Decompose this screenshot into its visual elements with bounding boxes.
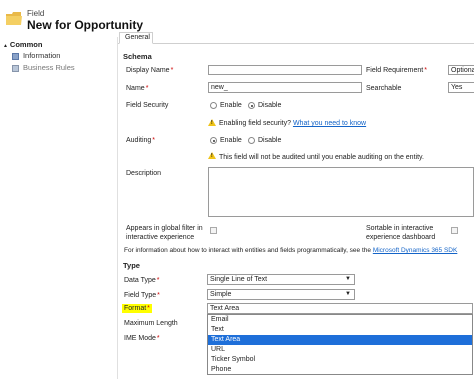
collapse-triangle-icon: ▲ bbox=[3, 43, 8, 49]
format-select[interactable]: Text Area bbox=[207, 303, 473, 314]
sidebar-item-business-rules[interactable]: Business Rules bbox=[12, 63, 112, 73]
sdk-link[interactable]: Microsoft Dynamics 365 SDK bbox=[373, 247, 458, 254]
data-type-label: Data Type* bbox=[124, 277, 160, 284]
format-option-phone[interactable]: Phone bbox=[208, 365, 472, 375]
ime-mode-label: IME Mode* bbox=[124, 335, 160, 342]
format-option-ticker-symbol[interactable]: Ticker Symbol bbox=[208, 355, 472, 365]
sidebar-section-label: Common bbox=[9, 40, 43, 49]
field-security-label: Field Security bbox=[126, 102, 169, 109]
display-name-input[interactable] bbox=[208, 65, 362, 75]
sidebar-item-label: Business Rules bbox=[22, 63, 75, 72]
entity-type-label: Field bbox=[27, 9, 45, 18]
format-option-url[interactable]: URL bbox=[208, 345, 472, 355]
format-label: Format* bbox=[122, 304, 152, 313]
what-you-need-to-know-link[interactable]: What you need to know bbox=[293, 120, 366, 127]
global-filter-label: Appears in global filter in interactive … bbox=[126, 225, 203, 241]
warning-icon: ! bbox=[208, 152, 216, 159]
tab-general[interactable]: General bbox=[119, 32, 153, 44]
sidebar-item-information[interactable]: Information bbox=[12, 51, 112, 61]
searchable-select[interactable]: Yes bbox=[448, 82, 474, 93]
security-note: Enabling field security? What you need t… bbox=[219, 120, 367, 127]
business-rules-icon bbox=[12, 64, 19, 72]
global-filter-checkbox[interactable] bbox=[210, 227, 217, 234]
schema-heading: Schema bbox=[123, 52, 152, 61]
field-security-enable-label: Enable bbox=[220, 102, 242, 109]
format-option-text-area[interactable]: Text Area bbox=[208, 335, 472, 345]
sortable-checkbox[interactable] bbox=[451, 227, 458, 234]
field-security-enable-radio[interactable] bbox=[210, 102, 217, 109]
field-requirement-select[interactable]: Optiona bbox=[448, 65, 474, 75]
auditing-disable-radio[interactable] bbox=[248, 137, 255, 144]
format-option-email[interactable]: Email bbox=[208, 315, 472, 325]
sidebar-section-toggle[interactable]: ▲ Common bbox=[3, 40, 42, 49]
name-label: Name* bbox=[126, 85, 149, 92]
data-type-select[interactable]: Single Line of Text ▼ bbox=[207, 274, 355, 285]
sidebar-item-label: Information bbox=[22, 51, 61, 60]
field-security-disable-radio[interactable] bbox=[248, 102, 255, 109]
auditing-disable-label: Disable bbox=[258, 137, 282, 144]
searchable-label: Searchable bbox=[366, 85, 402, 92]
type-heading: Type bbox=[123, 261, 140, 270]
description-textarea[interactable] bbox=[208, 167, 474, 217]
format-dropdown-list: Email Text Text Area URL Ticker Symbol P… bbox=[207, 314, 473, 375]
auditing-note: This field will not be audited until you… bbox=[219, 154, 424, 161]
sdk-note: For information about how to interact wi… bbox=[124, 247, 458, 254]
auditing-label: Auditing* bbox=[126, 137, 156, 144]
dropdown-arrow-icon: ▼ bbox=[345, 276, 351, 282]
auditing-enable-radio[interactable] bbox=[210, 137, 217, 144]
sortable-label: Sortable in interactive experience dashb… bbox=[366, 225, 436, 241]
field-security-disable-label: Disable bbox=[258, 102, 282, 109]
display-name-label: Display Name* bbox=[126, 67, 174, 74]
sidebar: ▲ Common Information Business Rules bbox=[0, 37, 118, 379]
tab-bar-line bbox=[118, 43, 474, 44]
entity-folder-icon bbox=[6, 12, 22, 25]
auditing-enable-label: Enable bbox=[220, 137, 242, 144]
name-input[interactable]: new_ bbox=[208, 82, 362, 93]
field-requirement-label: Field Requirement* bbox=[366, 67, 427, 74]
format-option-text[interactable]: Text bbox=[208, 325, 472, 335]
information-icon bbox=[12, 52, 19, 60]
field-type-select[interactable]: Simple ▼ bbox=[207, 289, 355, 300]
description-label: Description bbox=[126, 170, 162, 177]
tab-label: General bbox=[125, 34, 150, 41]
field-type-label: Field Type* bbox=[124, 292, 160, 299]
page-title: New for Opportunity bbox=[27, 18, 143, 32]
dropdown-arrow-icon: ▼ bbox=[345, 291, 351, 297]
warning-icon: ! bbox=[208, 119, 216, 126]
maximum-length-label: Maximum Length bbox=[124, 320, 178, 327]
